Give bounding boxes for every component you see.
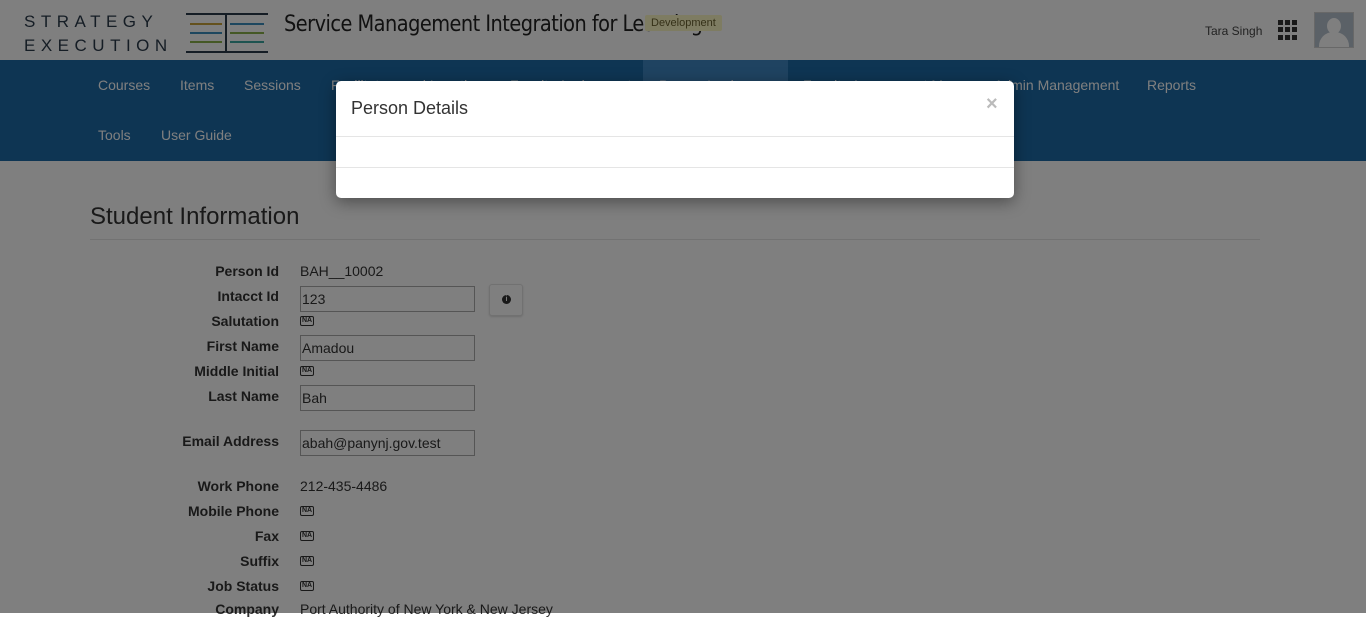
modal-header-divider bbox=[336, 136, 1014, 137]
modal-title: Person Details bbox=[351, 98, 469, 118]
person-details-modal: Person Details × bbox=[336, 81, 1014, 198]
modal-footer-divider bbox=[336, 167, 1014, 168]
close-icon[interactable]: × bbox=[986, 93, 998, 116]
